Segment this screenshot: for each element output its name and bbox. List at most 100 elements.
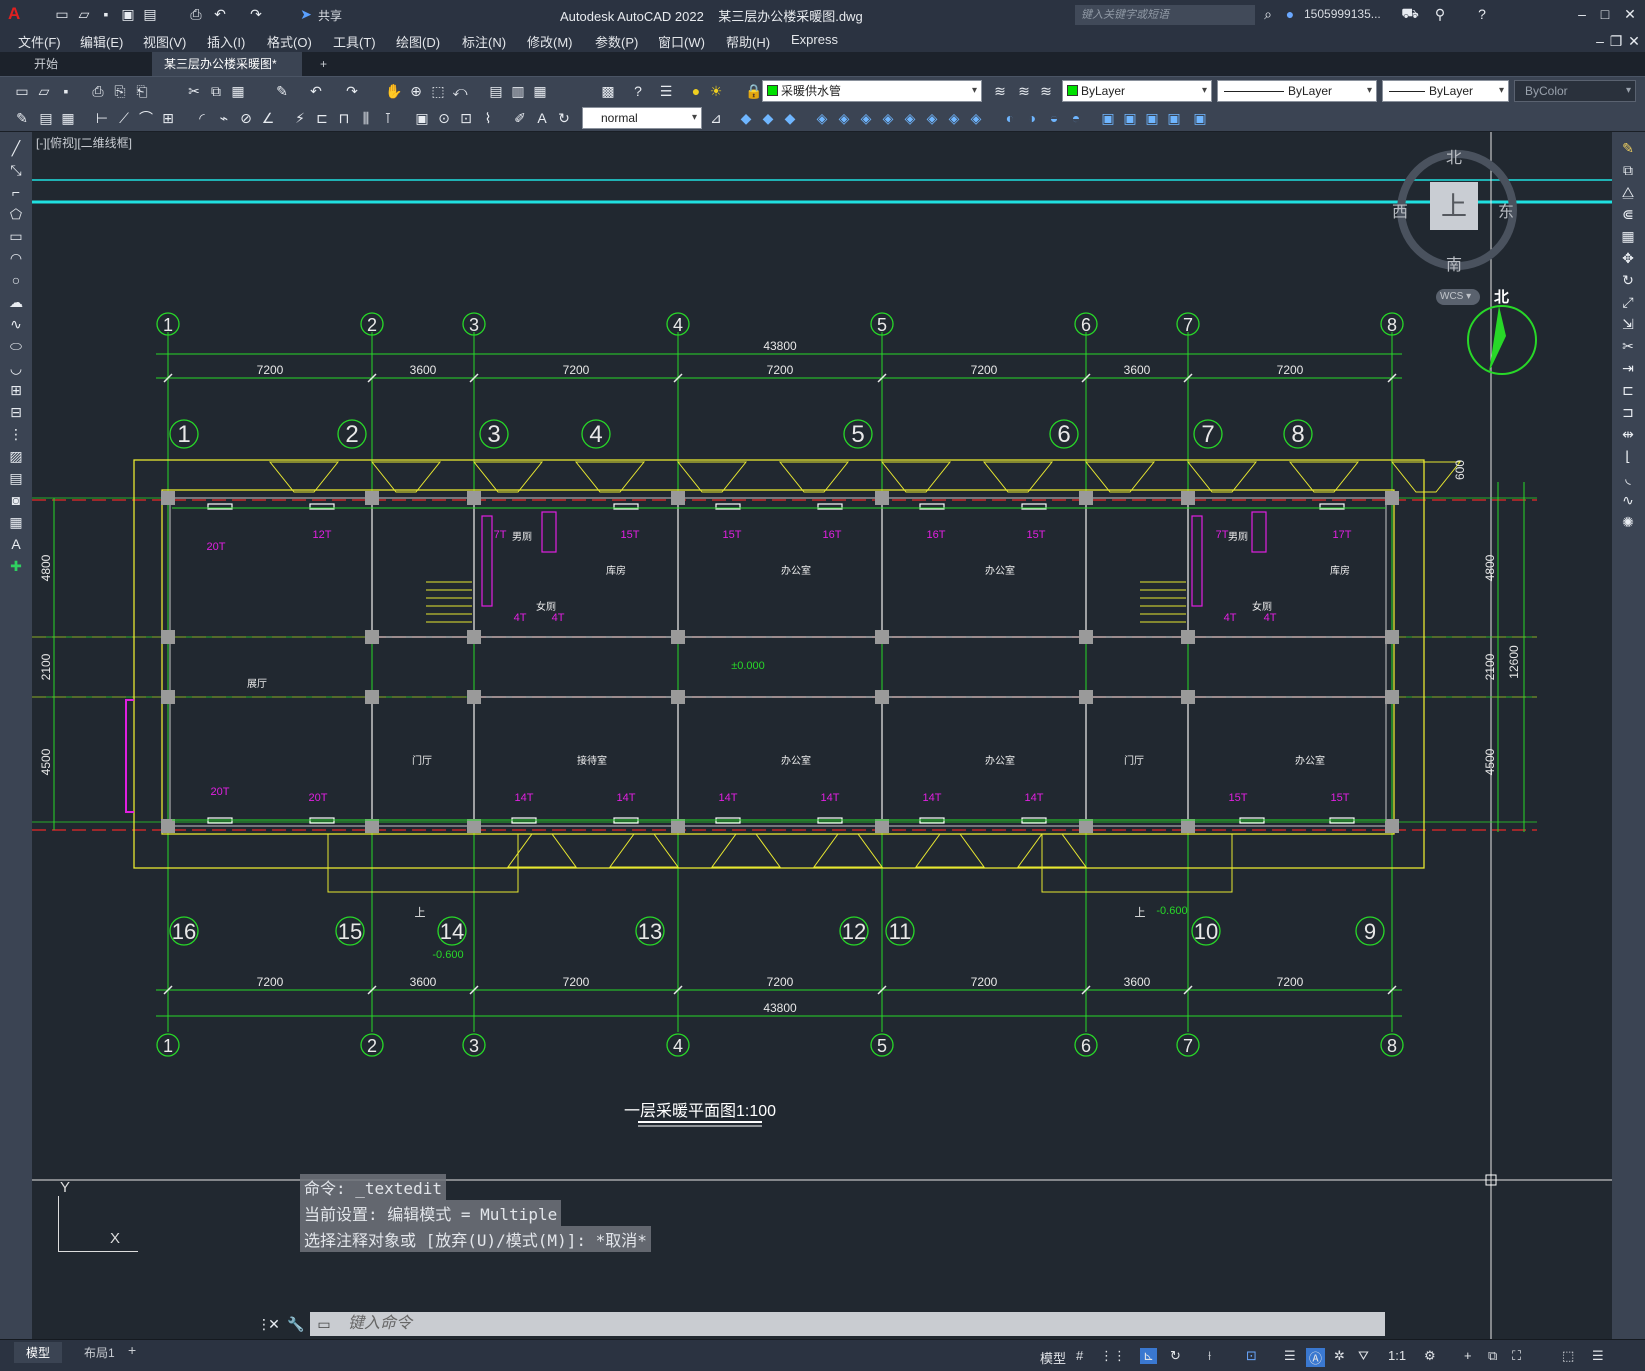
array-icon[interactable]: ▦: [1618, 226, 1638, 246]
arc-length-icon[interactable]: ⌒: [136, 108, 156, 128]
modify-18-icon[interactable]: ▣: [1142, 108, 1162, 128]
isolate-icon[interactable]: ⧉: [1488, 1348, 1497, 1364]
extend-icon[interactable]: ⇥: [1618, 358, 1638, 378]
snap-icon[interactable]: ⋮⋮: [1100, 1348, 1126, 1364]
tb-redo-icon[interactable]: ↷: [342, 81, 362, 101]
polyline-icon[interactable]: ⌐: [6, 182, 26, 202]
diameter-icon[interactable]: ⊘: [236, 108, 256, 128]
ellipse-arc-icon[interactable]: ◡: [6, 358, 26, 378]
minimize-icon[interactable]: –: [1572, 4, 1592, 24]
tool-c-icon[interactable]: ▦: [58, 108, 78, 128]
add-selected-icon[interactable]: ✚: [6, 556, 26, 576]
mtext-icon[interactable]: A: [6, 534, 26, 554]
plotstyle-dropdown[interactable]: ByColor ▾: [1514, 80, 1636, 102]
polar-icon[interactable]: ↻: [1170, 1348, 1181, 1364]
menu-edit[interactable]: 编辑(E): [80, 32, 123, 51]
viewcube-top[interactable]: 上: [1430, 182, 1478, 230]
ellipse-icon[interactable]: ⬭: [6, 336, 26, 356]
user-icon[interactable]: ●: [1280, 4, 1300, 24]
autocad-logo-icon[interactable]: A: [8, 4, 20, 24]
dim-text-edit-icon[interactable]: A: [532, 108, 552, 128]
copy-object-icon[interactable]: ⧉: [1618, 160, 1638, 180]
offset-icon[interactable]: ⋐: [1618, 204, 1638, 224]
lineweight-icon[interactable]: ☰: [1284, 1348, 1296, 1364]
new-tab-plus-icon[interactable]: +: [308, 52, 339, 76]
grid-icon[interactable]: #: [1076, 1348, 1083, 1363]
viewcube-south[interactable]: 南: [1446, 251, 1462, 275]
modify-9-icon[interactable]: ◈: [922, 108, 942, 128]
break-dim-icon[interactable]: ⊺: [378, 108, 398, 128]
aligned-dim-icon[interactable]: ⟋: [114, 108, 134, 128]
viewcube-north[interactable]: 北: [1446, 144, 1462, 168]
command-input[interactable]: 键入命令: [310, 1312, 1385, 1336]
modify-7-icon[interactable]: ◈: [878, 108, 898, 128]
table-icon[interactable]: ▦: [6, 512, 26, 532]
save-as-icon[interactable]: ▣: [118, 4, 138, 24]
scale-label[interactable]: 1:1: [1388, 1348, 1406, 1363]
modify-4-icon[interactable]: ◈: [812, 108, 832, 128]
jog-linear-icon[interactable]: ⌇: [478, 108, 498, 128]
modify-14-icon[interactable]: ◒: [1044, 108, 1064, 128]
layer-previous-icon[interactable]: ≋: [1014, 81, 1034, 101]
menu-draw[interactable]: 绘图(D): [396, 32, 440, 51]
jogged-icon[interactable]: ⌁: [214, 108, 234, 128]
cmd-customize-icon[interactable]: 🔧: [286, 1314, 306, 1334]
open-icon[interactable]: ▱: [34, 81, 54, 101]
undo-icon[interactable]: ↶: [210, 4, 230, 24]
modify-12-icon[interactable]: ◐: [1000, 108, 1020, 128]
stretch-icon[interactable]: ⇲: [1618, 314, 1638, 334]
region-icon[interactable]: ◙: [6, 490, 26, 510]
modify-5-icon[interactable]: ◈: [834, 108, 854, 128]
menu-insert[interactable]: 插入(I): [207, 32, 245, 51]
matchprop-icon[interactable]: ✎: [272, 81, 292, 101]
cmd-recent-icon[interactable]: ▭: [314, 1314, 334, 1334]
erase-icon[interactable]: ✎: [1618, 138, 1638, 158]
revcloud-icon[interactable]: ☁: [6, 292, 26, 312]
menu-dimension[interactable]: 标注(N): [462, 32, 506, 51]
quick-dim-icon[interactable]: ⚡: [290, 108, 310, 128]
layer-freeze-icon[interactable]: ☀: [706, 81, 726, 101]
annotation-visibility-icon[interactable]: Ⓐ: [1306, 1348, 1326, 1367]
calculator-icon[interactable]: ▩: [598, 81, 618, 101]
search-input[interactable]: 键入关键字或短语: [1075, 5, 1255, 25]
publish-icon[interactable]: ⎗: [132, 81, 152, 101]
spline-icon[interactable]: ∿: [6, 314, 26, 334]
tab-drawing[interactable]: 某三层办公楼采暖图* ✕: [152, 52, 302, 95]
doc-restore-icon[interactable]: ❐: [1606, 31, 1626, 51]
print-icon[interactable]: ⎙: [88, 81, 108, 101]
scale-icon[interactable]: ⤢: [1618, 292, 1638, 312]
rotate-icon[interactable]: ↻: [1618, 270, 1638, 290]
connect-icon[interactable]: ⚲: [1430, 4, 1450, 24]
dimstyle-manager-icon[interactable]: ⊿: [706, 108, 726, 128]
share-icon[interactable]: ➤: [296, 4, 316, 24]
close-icon[interactable]: ✕: [1620, 4, 1640, 24]
customize-menu-icon[interactable]: ☰: [1592, 1348, 1604, 1364]
qnew-icon[interactable]: ▭: [12, 81, 32, 101]
tool-b-icon[interactable]: ▤: [36, 108, 56, 128]
radius-dim-icon[interactable]: ◜: [192, 108, 212, 128]
rectangle-icon[interactable]: ▭: [6, 226, 26, 246]
clean-screen-icon[interactable]: ⬚: [1562, 1348, 1574, 1364]
save-icon[interactable]: ▪: [96, 4, 116, 24]
modify-10-icon[interactable]: ◈: [944, 108, 964, 128]
preview-icon[interactable]: ⎘: [110, 81, 130, 101]
center-mark-icon[interactable]: ⊙: [434, 108, 454, 128]
make-current-layer-icon[interactable]: ≋: [990, 81, 1010, 101]
tb-help-icon[interactable]: ?: [628, 81, 648, 101]
osnap-icon[interactable]: ⊡: [1246, 1348, 1257, 1364]
insert-block-icon[interactable]: ⊞: [6, 380, 26, 400]
continue-icon[interactable]: ⊓: [334, 108, 354, 128]
qsave-icon[interactable]: ▪: [56, 81, 76, 101]
baseline-icon[interactable]: ⊏: [312, 108, 332, 128]
trim-icon[interactable]: ✂: [1618, 336, 1638, 356]
angular-icon[interactable]: ∠: [258, 108, 278, 128]
annotation-scale-icon[interactable]: ⛛: [1358, 1348, 1369, 1364]
new-file-icon[interactable]: ▭: [52, 4, 72, 24]
add-layout-plus-icon[interactable]: +: [128, 1342, 136, 1358]
menu-view[interactable]: 视图(V): [143, 32, 186, 51]
modify-20-icon[interactable]: ▣: [1190, 108, 1210, 128]
properties-icon[interactable]: ▤: [486, 81, 506, 101]
layer-properties-icon[interactable]: ☰: [656, 81, 676, 101]
modify-13-icon[interactable]: ◑: [1022, 108, 1042, 128]
chamfer-icon[interactable]: ⌊: [1618, 446, 1638, 466]
